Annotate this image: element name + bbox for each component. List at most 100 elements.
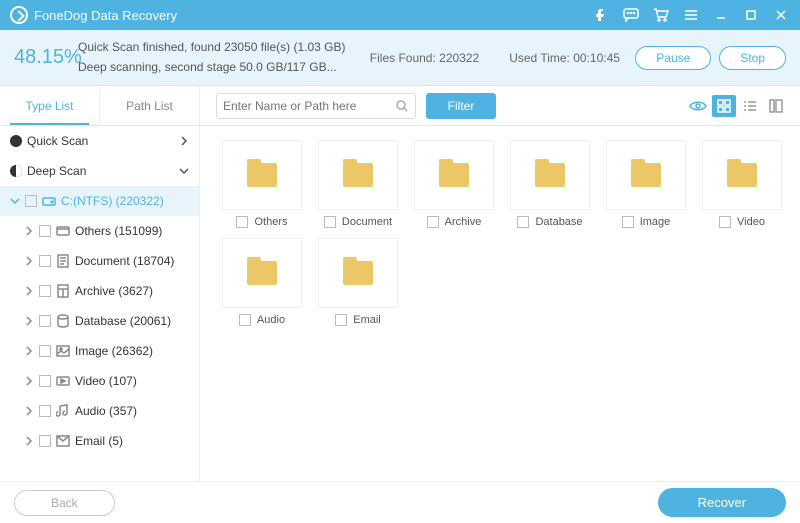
folder-item[interactable]: Video <box>694 140 790 228</box>
checkbox[interactable] <box>622 216 634 228</box>
sidebar-item-label: Email (5) <box>75 434 123 448</box>
status-line-1: Quick Scan finished, found 23050 file(s)… <box>78 38 370 57</box>
folder-label: Others <box>254 216 287 228</box>
cart-icon[interactable] <box>646 0 676 30</box>
chevron-right-icon <box>24 256 34 266</box>
used-time: Used Time: 00:10:45 <box>509 51 620 65</box>
sidebar-item[interactable]: Archive (3627) <box>0 276 199 306</box>
chevron-right-icon <box>179 136 189 146</box>
folder-item[interactable]: Image <box>598 140 694 228</box>
search-input[interactable] <box>223 99 395 113</box>
preview-icon[interactable] <box>686 95 710 117</box>
dot-full-icon <box>10 135 22 147</box>
folder-icon <box>727 163 757 187</box>
quick-scan-label: Quick Scan <box>27 134 88 148</box>
search-box[interactable] <box>216 93 416 119</box>
folder-label: Database <box>535 216 582 228</box>
sidebar-item-label: Database (20061) <box>75 314 171 328</box>
category-icon <box>56 254 70 268</box>
category-icon <box>56 404 70 418</box>
facebook-icon[interactable] <box>586 0 616 30</box>
sidebar-item-label: Others (151099) <box>75 224 162 238</box>
folder-thumbnail <box>222 140 302 210</box>
app-title: FoneDog Data Recovery <box>34 8 177 23</box>
chevron-down-icon <box>179 166 189 176</box>
sidebar-item[interactable]: Image (26362) <box>0 336 199 366</box>
folder-icon <box>631 163 661 187</box>
sidebar-item[interactable]: Others (151099) <box>0 216 199 246</box>
stop-button[interactable]: Stop <box>719 46 786 70</box>
sidebar-item[interactable]: Document (18704) <box>0 246 199 276</box>
chevron-right-icon <box>24 316 34 326</box>
sidebar-deep-scan[interactable]: Deep Scan <box>0 156 199 186</box>
folder-item[interactable]: Audio <box>214 238 310 326</box>
folder-thumbnail <box>702 140 782 210</box>
folder-label: Image <box>640 216 671 228</box>
checkbox[interactable] <box>39 255 51 267</box>
folder-icon <box>535 163 565 187</box>
sidebar-item-label: Document (18704) <box>75 254 174 268</box>
sidebar-item[interactable]: Email (5) <box>0 426 199 456</box>
pause-button[interactable]: Pause <box>635 46 711 70</box>
checkbox[interactable] <box>239 314 251 326</box>
checkbox[interactable] <box>39 435 51 447</box>
checkbox[interactable] <box>39 405 51 417</box>
sidebar-item[interactable]: Audio (357) <box>0 396 199 426</box>
checkbox[interactable] <box>236 216 248 228</box>
folder-item[interactable]: Email <box>310 238 406 326</box>
tab-type-list[interactable]: Type List <box>0 86 100 125</box>
view-detail-icon[interactable] <box>764 95 788 117</box>
sidebar-item-label: Audio (357) <box>75 404 137 418</box>
checkbox[interactable] <box>324 216 336 228</box>
filter-button[interactable]: Filter <box>426 93 496 119</box>
folder-icon <box>439 163 469 187</box>
folder-thumbnail <box>606 140 686 210</box>
folder-item[interactable]: Document <box>310 140 406 228</box>
checkbox[interactable] <box>719 216 731 228</box>
checkbox[interactable] <box>517 216 529 228</box>
folder-icon <box>343 261 373 285</box>
sidebar: Quick Scan Deep Scan C:(NTFS) (220322) O… <box>0 126 200 481</box>
titlebar: FoneDog Data Recovery <box>0 0 800 30</box>
checkbox[interactable] <box>335 314 347 326</box>
checkbox[interactable] <box>39 375 51 387</box>
folder-thumbnail <box>222 238 302 308</box>
recover-button[interactable]: Recover <box>658 488 786 517</box>
tab-path-list[interactable]: Path List <box>100 86 200 125</box>
back-button[interactable]: Back <box>14 490 115 516</box>
menu-icon[interactable] <box>676 0 706 30</box>
close-icon[interactable] <box>766 0 796 30</box>
category-icon <box>56 314 70 328</box>
folder-grid: Others Document Archive Database Image Video A… <box>214 140 800 336</box>
folder-item[interactable]: Database <box>502 140 598 228</box>
files-found: Files Found: 220322 <box>370 51 479 65</box>
checkbox[interactable] <box>39 345 51 357</box>
folder-item[interactable]: Others <box>214 140 310 228</box>
folder-thumbnail <box>510 140 590 210</box>
folder-icon <box>247 163 277 187</box>
status-line-2: Deep scanning, second stage 50.0 GB/117 … <box>78 58 370 77</box>
view-list-icon[interactable] <box>738 95 762 117</box>
sidebar-item[interactable]: Database (20061) <box>0 306 199 336</box>
checkbox[interactable] <box>39 285 51 297</box>
toolbar: Type List Path List Filter <box>0 86 800 126</box>
folder-label: Archive <box>445 216 482 228</box>
folder-icon <box>247 261 277 285</box>
view-grid-icon[interactable] <box>712 95 736 117</box>
minimize-icon[interactable] <box>706 0 736 30</box>
sidebar-item[interactable]: Video (107) <box>0 366 199 396</box>
category-icon <box>56 284 70 298</box>
folder-item[interactable]: Archive <box>406 140 502 228</box>
checkbox[interactable] <box>25 195 37 207</box>
scan-percent: 48.15% <box>14 46 78 69</box>
checkbox[interactable] <box>39 225 51 237</box>
sidebar-drive-c[interactable]: C:(NTFS) (220322) <box>0 186 199 216</box>
sidebar-quick-scan[interactable]: Quick Scan <box>0 126 199 156</box>
app-logo-icon <box>10 6 28 24</box>
maximize-icon[interactable] <box>736 0 766 30</box>
content-area: Others Document Archive Database Image Video A… <box>200 126 800 481</box>
checkbox[interactable] <box>39 315 51 327</box>
checkbox[interactable] <box>427 216 439 228</box>
folder-label: Audio <box>257 314 285 326</box>
feedback-icon[interactable] <box>616 0 646 30</box>
